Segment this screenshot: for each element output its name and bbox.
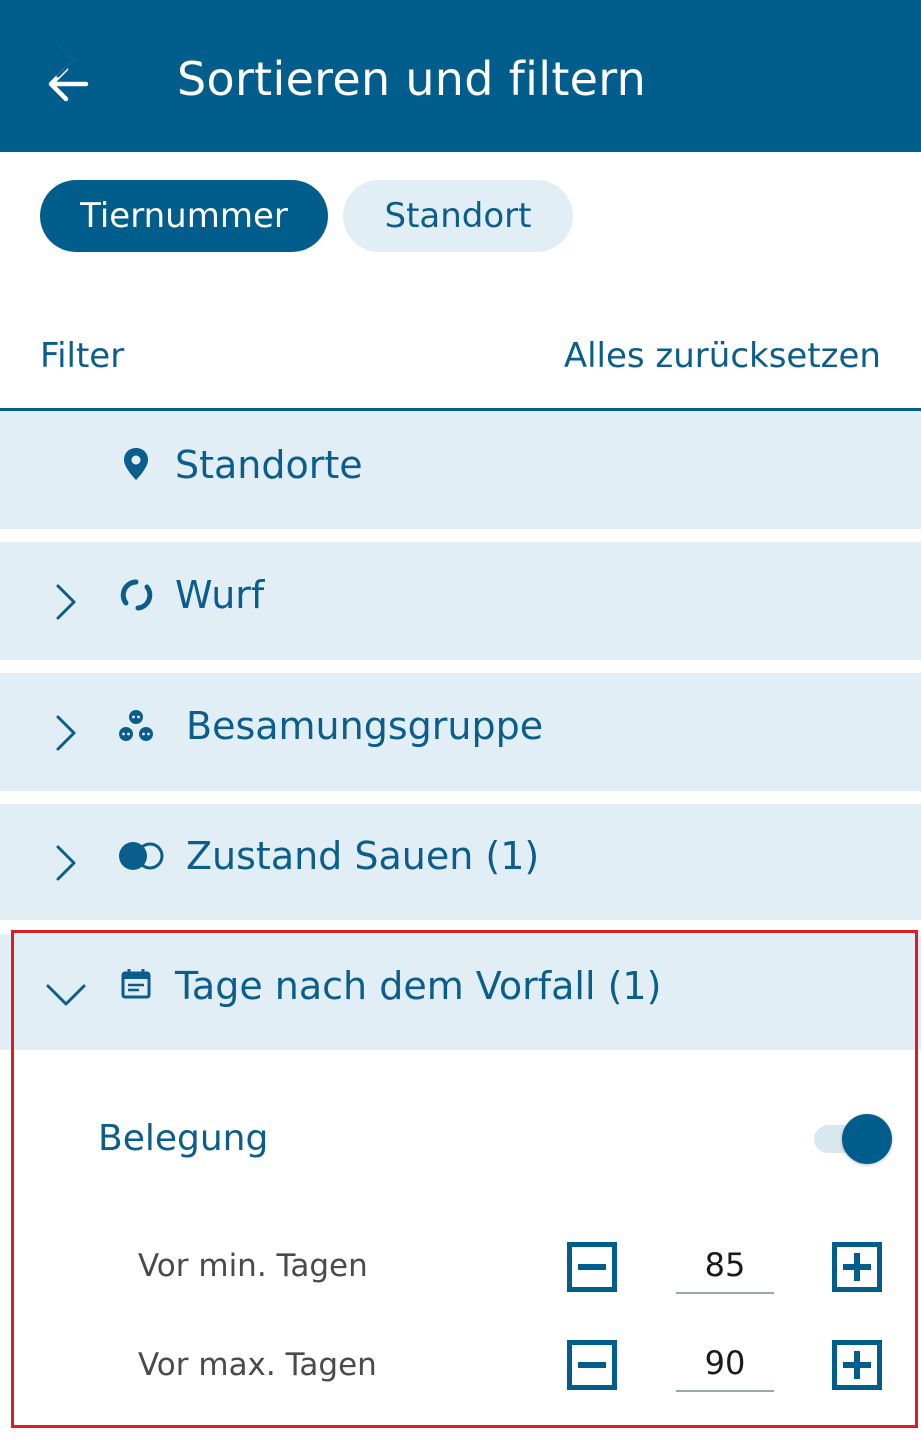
max-days-label: Vor max. Tagen xyxy=(138,1347,377,1383)
section-label: Besamungsgruppe xyxy=(186,704,544,748)
section-label: Wurf xyxy=(175,573,265,617)
pig-group-icon xyxy=(116,706,156,746)
section-wurf[interactable]: Wurf xyxy=(0,542,921,660)
calendar-icon xyxy=(116,964,156,1004)
sort-chip-standort[interactable]: Standort xyxy=(343,180,573,252)
section-standorte[interactable]: Standorte xyxy=(0,42,921,529)
page-title: Sortieren und filtern xyxy=(177,52,647,106)
chevron-right-icon xyxy=(56,42,76,78)
chevron-right-icon xyxy=(56,584,76,620)
belegung-toggle[interactable] xyxy=(812,1112,894,1166)
chevron-down-icon xyxy=(46,984,86,1006)
chevron-right-icon xyxy=(56,715,76,751)
decrement-max-button[interactable] xyxy=(567,1340,617,1390)
toggle-thumb xyxy=(842,1114,892,1164)
section-tage-nach-dem-vorfall[interactable]: Tage nach dem Vorfall (1) xyxy=(0,934,921,1050)
min-days-label: Vor min. Tagen xyxy=(138,1248,368,1284)
max-days-input[interactable] xyxy=(676,1336,774,1392)
belegung-label: Belegung xyxy=(98,1118,269,1159)
decrement-min-button[interactable] xyxy=(567,1242,617,1292)
section-label: Zustand Sauen (1) xyxy=(186,834,540,878)
min-days-input[interactable] xyxy=(676,1238,774,1294)
circle-arrows-icon xyxy=(116,575,156,615)
section-label: Standorte xyxy=(175,443,363,487)
section-besamungsgruppe[interactable]: Besamungsgruppe xyxy=(0,673,921,791)
increment-max-button[interactable] xyxy=(832,1340,882,1390)
toggle-circles-icon xyxy=(116,836,168,876)
filter-heading: Filter xyxy=(40,336,125,376)
section-label: Tage nach dem Vorfall (1) xyxy=(175,964,662,1008)
increment-min-button[interactable] xyxy=(832,1242,882,1292)
section-zustand-sauen[interactable]: Zustand Sauen (1) xyxy=(0,804,921,920)
sort-chip-tiernummer[interactable]: Tiernummer xyxy=(40,180,328,252)
app-bar: Sortieren und filtern xyxy=(0,0,921,152)
reset-all-link[interactable]: Alles zurücksetzen xyxy=(564,336,881,376)
chevron-right-icon xyxy=(56,845,76,881)
location-pin-icon xyxy=(116,444,156,484)
